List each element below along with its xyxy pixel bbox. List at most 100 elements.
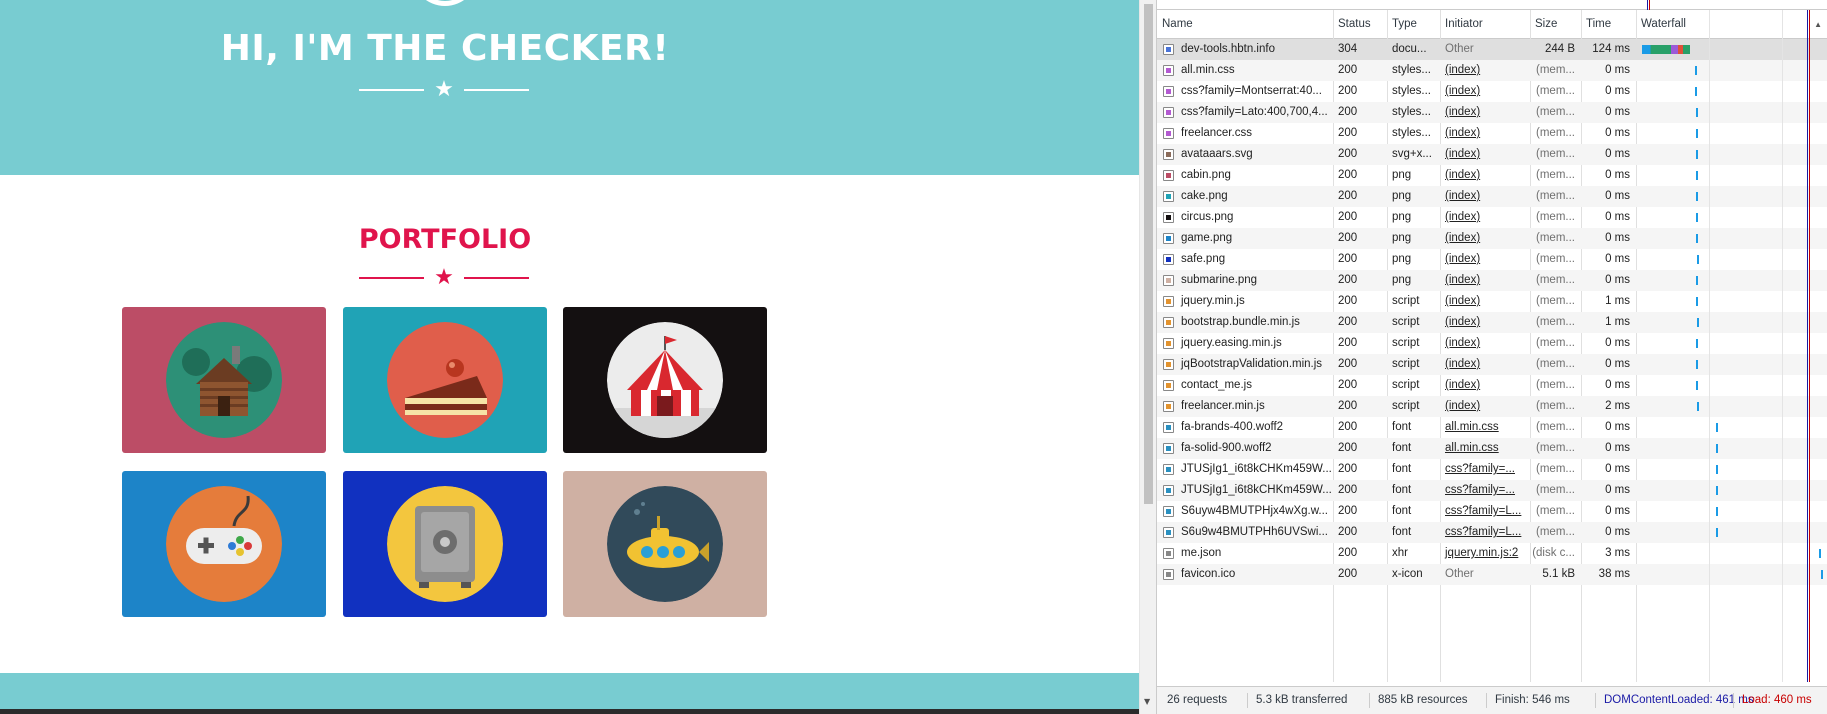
request-initiator[interactable]: all.min.css <box>1440 438 1530 459</box>
request-name[interactable]: freelancer.css <box>1157 123 1333 144</box>
request-initiator[interactable]: (index) <box>1440 291 1530 312</box>
request-name[interactable]: me.json <box>1157 543 1333 564</box>
request-name[interactable]: game.png <box>1157 228 1333 249</box>
network-request-row[interactable]: jquery.min.js 200 script (index) (mem... 1 ms <box>1157 291 1827 312</box>
network-request-row[interactable]: S6u9w4BMUTPHh6UVSwi... 200 font css?family=… <box>1157 522 1827 543</box>
request-name[interactable]: css?family=Montserrat:40... <box>1157 81 1333 102</box>
portfolio-item-cabin[interactable] <box>122 307 326 453</box>
column-header-size[interactable]: Size <box>1530 10 1581 39</box>
request-name[interactable]: S6uyw4BMUTPHjx4wXg.w... <box>1157 501 1333 522</box>
request-name[interactable]: dev-tools.hbtn.info <box>1157 39 1333 60</box>
request-initiator[interactable]: (index) <box>1440 186 1530 207</box>
request-initiator[interactable]: (index) <box>1440 354 1530 375</box>
request-name[interactable]: bootstrap.bundle.min.js <box>1157 312 1333 333</box>
network-request-row[interactable]: fa-brands-400.woff2 200 font all.min.css (me… <box>1157 417 1827 438</box>
request-initiator[interactable]: (index) <box>1440 60 1530 81</box>
page-scrollbar[interactable]: ▼ <box>1139 0 1156 714</box>
network-request-row[interactable]: cake.png 200 png (index) (mem... 0 ms <box>1157 186 1827 207</box>
request-name[interactable]: circus.png <box>1157 207 1333 228</box>
request-initiator[interactable]: (index) <box>1440 228 1530 249</box>
request-initiator[interactable]: (index) <box>1440 165 1530 186</box>
request-name[interactable]: submarine.png <box>1157 270 1333 291</box>
portfolio-item-submarine[interactable] <box>563 471 767 617</box>
request-time: 3 ms <box>1605 547 1630 559</box>
network-request-row[interactable]: freelancer.min.js 200 script (index) (mem...… <box>1157 396 1827 417</box>
request-initiator[interactable]: (index) <box>1440 81 1530 102</box>
request-name[interactable]: jquery.easing.min.js <box>1157 333 1333 354</box>
portfolio-item-game[interactable] <box>122 471 326 617</box>
request-initiator[interactable]: (index) <box>1440 333 1530 354</box>
request-initiator[interactable]: all.min.css <box>1440 417 1530 438</box>
network-request-row[interactable]: avataaars.svg 200 svg+x... (index) (mem... 0 … <box>1157 144 1827 165</box>
request-name[interactable]: S6u9w4BMUTPHh6UVSwi... <box>1157 522 1333 543</box>
network-request-row[interactable]: game.png 200 png (index) (mem... 0 ms <box>1157 228 1827 249</box>
request-name[interactable]: fa-solid-900.woff2 <box>1157 438 1333 459</box>
network-request-row[interactable]: JTUSjIg1_i6t8kCHKm459W... 200 font css?fami… <box>1157 459 1827 480</box>
request-name[interactable]: jquery.min.js <box>1157 291 1333 312</box>
network-request-row[interactable]: css?family=Montserrat:40... 200 styles... (… <box>1157 81 1827 102</box>
scroll-down-arrow-icon[interactable]: ▼ <box>1144 697 1150 706</box>
request-initiator[interactable]: css?family=L... <box>1440 501 1530 522</box>
request-name[interactable]: cake.png <box>1157 186 1333 207</box>
request-initiator[interactable]: (index) <box>1440 144 1530 165</box>
request-status: 200 <box>1338 169 1358 181</box>
network-request-row[interactable]: jqBootstrapValidation.min.js 200 script (in… <box>1157 354 1827 375</box>
request-initiator[interactable]: (index) <box>1440 249 1530 270</box>
request-name[interactable]: freelancer.min.js <box>1157 396 1333 417</box>
request-name[interactable]: cabin.png <box>1157 165 1333 186</box>
column-header-name[interactable]: Name <box>1157 10 1333 39</box>
network-request-row[interactable]: JTUSjIg1_i6t8kCHKm459W... 200 font css?fami… <box>1157 480 1827 501</box>
portfolio-item-safe[interactable] <box>343 471 547 617</box>
devtools-network-panel: Name Status Type Initiator Size Time Waterfall… <box>1156 0 1827 714</box>
sort-ascending-icon[interactable]: ▲ <box>1814 10 1822 39</box>
request-type: script <box>1392 316 1420 328</box>
network-request-row[interactable]: all.min.css 200 styles... (index) (mem... 0 m… <box>1157 60 1827 81</box>
request-name[interactable]: favicon.ico <box>1157 564 1333 585</box>
request-name[interactable]: all.min.css <box>1157 60 1333 81</box>
request-initiator[interactable]: (index) <box>1440 312 1530 333</box>
network-request-row[interactable]: safe.png 200 png (index) (mem... 0 ms <box>1157 249 1827 270</box>
request-initiator[interactable]: (index) <box>1440 270 1530 291</box>
request-name[interactable]: contact_me.js <box>1157 375 1333 396</box>
request-initiator[interactable]: (index) <box>1440 123 1530 144</box>
request-initiator[interactable]: css?family=L... <box>1440 522 1530 543</box>
request-name[interactable]: css?family=Lato:400,700,4... <box>1157 102 1333 123</box>
network-request-row[interactable]: dev-tools.hbtn.info 304 docu... Other 244 B 1… <box>1157 39 1827 60</box>
column-header-time[interactable]: Time <box>1581 10 1636 39</box>
request-name[interactable]: fa-brands-400.woff2 <box>1157 417 1333 438</box>
request-status: 200 <box>1338 400 1358 412</box>
waterfall-bar <box>1696 297 1698 306</box>
column-header-status[interactable]: Status <box>1333 10 1387 39</box>
column-header-waterfall[interactable]: Waterfall <box>1636 10 1827 39</box>
network-request-row[interactable]: jquery.easing.min.js 200 script (index) (mem… <box>1157 333 1827 354</box>
request-initiator[interactable]: css?family=... <box>1440 459 1530 480</box>
network-request-row[interactable]: cabin.png 200 png (index) (mem... 0 ms <box>1157 165 1827 186</box>
column-header-type[interactable]: Type <box>1387 10 1440 39</box>
network-request-row[interactable]: favicon.ico 200 x-icon Other 5.1 kB 38 ms <box>1157 564 1827 585</box>
network-request-row[interactable]: fa-solid-900.woff2 200 font all.min.css (mem… <box>1157 438 1827 459</box>
request-name[interactable]: avataaars.svg <box>1157 144 1333 165</box>
request-initiator[interactable]: (index) <box>1440 102 1530 123</box>
network-request-row[interactable]: submarine.png 200 png (index) (mem... 0 ms <box>1157 270 1827 291</box>
request-initiator[interactable]: jquery.min.js:2 <box>1440 543 1530 564</box>
request-name[interactable]: JTUSjIg1_i6t8kCHKm459W... <box>1157 480 1333 501</box>
network-request-row[interactable]: contact_me.js 200 script (index) (mem... 0 ms <box>1157 375 1827 396</box>
request-initiator[interactable]: (index) <box>1440 375 1530 396</box>
network-request-row[interactable]: me.json 200 xhr jquery.min.js:2 (disk c... 3 … <box>1157 543 1827 564</box>
scrollbar-thumb[interactable] <box>1144 4 1153 504</box>
network-request-row[interactable]: freelancer.css 200 styles... (index) (mem...… <box>1157 123 1827 144</box>
network-request-row[interactable]: bootstrap.bundle.min.js 200 script (index) (… <box>1157 312 1827 333</box>
column-header-initiator[interactable]: Initiator <box>1440 10 1530 39</box>
portfolio-item-cake[interactable] <box>343 307 547 453</box>
request-initiator[interactable]: (index) <box>1440 207 1530 228</box>
network-request-row[interactable]: css?family=Lato:400,700,4... 200 styles...… <box>1157 102 1827 123</box>
request-initiator[interactable]: (index) <box>1440 396 1530 417</box>
portfolio-item-circus[interactable] <box>563 307 767 453</box>
network-request-row[interactable]: S6uyw4BMUTPHjx4wXg.w... 200 font css?family… <box>1157 501 1827 522</box>
request-name[interactable]: jqBootstrapValidation.min.js <box>1157 354 1333 375</box>
network-request-row[interactable]: circus.png 200 png (index) (mem... 0 ms <box>1157 207 1827 228</box>
request-time: 0 ms <box>1605 169 1630 181</box>
request-initiator[interactable]: css?family=... <box>1440 480 1530 501</box>
request-name[interactable]: safe.png <box>1157 249 1333 270</box>
request-name[interactable]: JTUSjIg1_i6t8kCHKm459W... <box>1157 459 1333 480</box>
